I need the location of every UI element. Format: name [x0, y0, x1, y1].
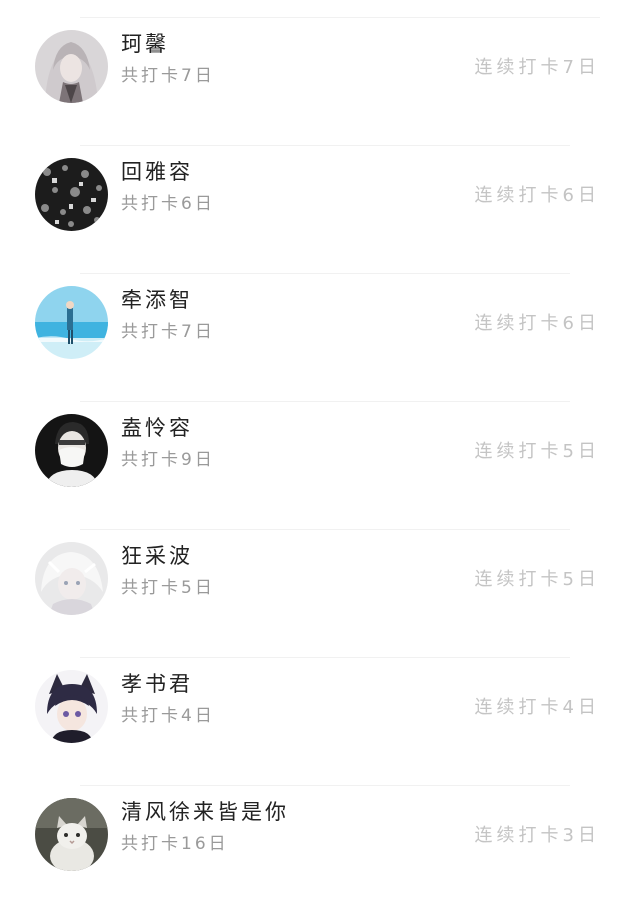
streak-count: 连续打卡4日 — [474, 697, 600, 718]
list-item[interactable]: 狂采波 共打卡5日 连续打卡5日 — [0, 530, 640, 658]
user-name: 牵添智 — [121, 288, 193, 312]
streak-count: 连续打卡6日 — [474, 185, 600, 206]
streak-count: 连续打卡5日 — [474, 441, 600, 462]
total-checkin-count: 共打卡5日 — [121, 578, 215, 598]
total-checkin-count: 共打卡7日 — [121, 66, 215, 86]
avatar[interactable] — [35, 798, 108, 871]
avatar[interactable] — [35, 542, 108, 615]
list-item[interactable]: 孝书君 共打卡4日 连续打卡4日 — [0, 658, 640, 786]
white-hair-anime-avatar-icon — [35, 542, 108, 615]
user-name: 回雅容 — [121, 160, 193, 184]
avatar[interactable] — [35, 670, 108, 743]
user-name: 狂采波 — [121, 544, 193, 568]
avatar[interactable] — [35, 414, 108, 487]
avatar[interactable] — [35, 286, 108, 359]
white-cat-avatar-icon — [35, 798, 108, 871]
silver-hair-girl-avatar-icon — [35, 30, 108, 103]
total-checkin-count: 共打卡4日 — [121, 706, 215, 726]
streak-count: 连续打卡5日 — [474, 569, 600, 590]
total-checkin-count: 共打卡6日 — [121, 194, 215, 214]
total-checkin-count: 共打卡7日 — [121, 322, 215, 342]
streak-count: 连续打卡6日 — [474, 313, 600, 334]
list-item[interactable]: 回雅容 共打卡6日 连续打卡6日 — [0, 146, 640, 274]
anime-cat-ears-avatar-icon — [35, 670, 108, 743]
list-item[interactable]: 珂馨 共打卡7日 连续打卡7日 — [0, 18, 640, 146]
list-item[interactable]: 牵添智 共打卡7日 连续打卡6日 — [0, 274, 640, 402]
avatar[interactable] — [35, 158, 108, 231]
streak-count: 连续打卡3日 — [474, 825, 600, 846]
total-checkin-count: 共打卡16日 — [121, 834, 229, 854]
streak-count: 连续打卡7日 — [474, 57, 600, 78]
list-item[interactable]: 清风徐来皆是你 共打卡16日 连续打卡3日 — [0, 786, 640, 907]
user-name: 珂馨 — [121, 32, 169, 56]
list-item[interactable]: 盍怜容 共打卡9日 连续打卡5日 — [0, 402, 640, 530]
total-checkin-count: 共打卡9日 — [121, 450, 215, 470]
beach-figure-avatar-icon — [35, 286, 108, 359]
user-name: 盍怜容 — [121, 416, 193, 440]
avatar[interactable] — [35, 30, 108, 103]
masked-person-avatar-icon — [35, 414, 108, 487]
user-name: 清风徐来皆是你 — [121, 800, 289, 824]
user-name: 孝书君 — [121, 672, 193, 696]
checkin-list: 珂馨 共打卡7日 连续打卡7日 回雅容 共打卡6日 连续打卡6日 牵添智 共打卡… — [0, 0, 640, 907]
black-pattern-avatar-icon — [35, 158, 108, 231]
